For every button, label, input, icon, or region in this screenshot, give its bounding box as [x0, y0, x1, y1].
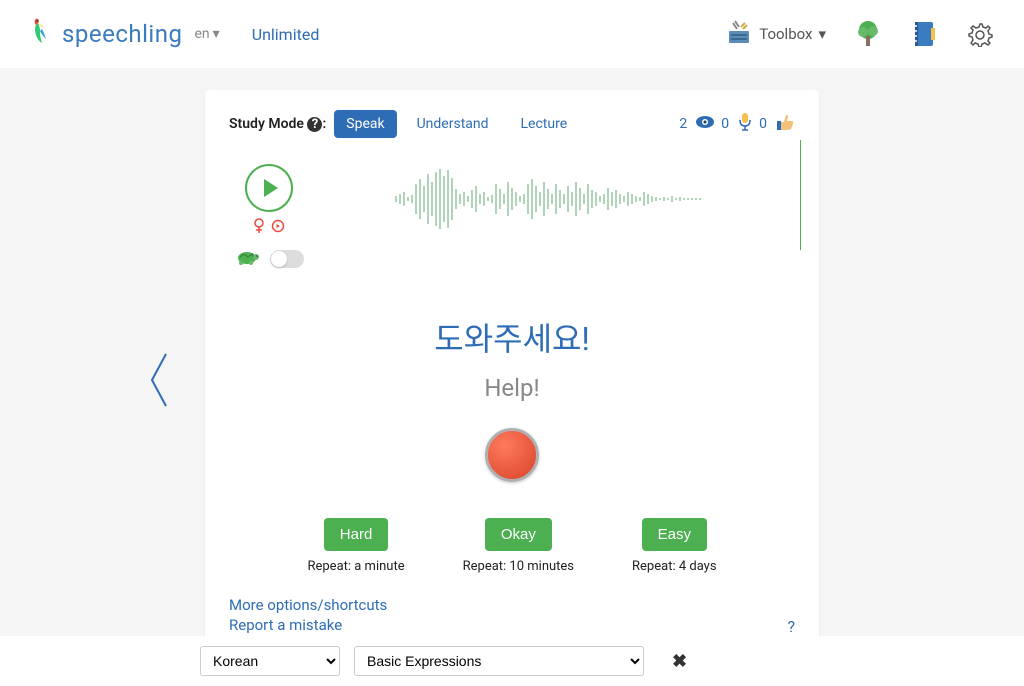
study-modes: Study Mode ?: Speak Understand Lecture: [229, 110, 579, 138]
okay-button[interactable]: Okay: [485, 518, 552, 551]
header-left: speechling en ▾ Unlimited: [30, 17, 319, 51]
gear-icon[interactable]: [966, 20, 994, 48]
thumbs-up-icon: [775, 112, 795, 136]
report-mistake-link[interactable]: Report a mistake: [229, 616, 387, 634]
record-button[interactable]: [485, 428, 539, 482]
slow-speed-row: [234, 248, 304, 270]
phrase-block: 도와주세요! Help!: [229, 314, 795, 402]
help-icon[interactable]: ?: [307, 117, 322, 132]
language-select[interactable]: Korean: [200, 646, 340, 676]
microphone-icon: [737, 112, 753, 136]
easy-repeat: Repeat: 4 days: [632, 559, 717, 574]
okay-repeat: Repeat: 10 minutes: [463, 559, 574, 574]
stat-likes-count: 0: [759, 116, 767, 132]
play-button[interactable]: [245, 164, 293, 212]
plan-link[interactable]: Unlimited: [252, 25, 320, 44]
main-area: Study Mode ?: Speak Understand Lecture 2…: [0, 68, 1024, 656]
female-voice-icon[interactable]: [253, 218, 265, 238]
study-mode-label: Study Mode ?:: [229, 116, 326, 132]
mode-lecture[interactable]: Lecture: [509, 110, 580, 138]
app-header: speechling en ▾ Unlimited Toolbox ▾: [0, 0, 1024, 68]
toolbox-icon: [725, 19, 753, 49]
brand-text: speechling: [62, 20, 183, 48]
translation-phrase: Help!: [229, 374, 795, 402]
chevron-down-icon: ▾: [818, 25, 826, 43]
audio-waveform: [329, 164, 795, 234]
footer-bar: Korean Basic Expressions ✖: [0, 636, 1024, 686]
easy-button[interactable]: Easy: [642, 518, 707, 551]
mode-speak[interactable]: Speak: [334, 110, 396, 138]
help-link[interactable]: ?: [787, 617, 795, 636]
links-column: More options/shortcuts Report a mistake: [229, 596, 387, 636]
stat-records-count: 0: [721, 116, 729, 132]
divider-line: [800, 140, 801, 250]
eye-icon: [695, 115, 715, 133]
stats-row: 2 0 0: [679, 112, 795, 136]
close-icon[interactable]: ✖: [672, 651, 687, 672]
study-card: Study Mode ?: Speak Understand Lecture 2…: [205, 90, 819, 656]
voice-options: [253, 218, 285, 238]
header-right: Toolbox ▾: [725, 19, 994, 49]
play-controls: [229, 164, 309, 270]
toolbox-menu[interactable]: Toolbox ▾: [725, 19, 826, 49]
chevron-down-icon: ▾: [213, 26, 220, 42]
turtle-icon: [234, 248, 260, 270]
more-options-link[interactable]: More options/shortcuts: [229, 596, 387, 614]
difficulty-row: Hard Repeat: a minute Okay Repeat: 10 mi…: [229, 518, 795, 574]
record-row: [229, 428, 795, 482]
notebook-icon[interactable]: [910, 20, 938, 48]
hard-repeat: Repeat: a minute: [307, 559, 404, 574]
ui-language-label: en: [195, 26, 210, 42]
prev-arrow[interactable]: [146, 350, 170, 414]
difficulty-hard: Hard Repeat: a minute: [307, 518, 404, 574]
stat-views-count: 2: [679, 116, 687, 132]
hard-button[interactable]: Hard: [324, 518, 389, 551]
bottom-links: More options/shortcuts Report a mistake …: [229, 596, 795, 636]
category-select[interactable]: Basic Expressions: [354, 646, 644, 676]
ui-language-selector[interactable]: en ▾: [195, 26, 220, 42]
difficulty-easy: Easy Repeat: 4 days: [632, 518, 717, 574]
toolbox-label: Toolbox: [759, 25, 812, 43]
slow-toggle[interactable]: [270, 250, 304, 268]
replay-icon[interactable]: [271, 218, 285, 238]
parrot-icon: [30, 17, 56, 51]
logo[interactable]: speechling: [30, 17, 183, 51]
card-topbar: Study Mode ?: Speak Understand Lecture 2…: [229, 110, 795, 138]
target-phrase: 도와주세요!: [229, 314, 795, 360]
mode-understand[interactable]: Understand: [405, 110, 501, 138]
play-area: [229, 164, 795, 270]
tree-icon[interactable]: [854, 20, 882, 48]
difficulty-okay: Okay Repeat: 10 minutes: [463, 518, 574, 574]
